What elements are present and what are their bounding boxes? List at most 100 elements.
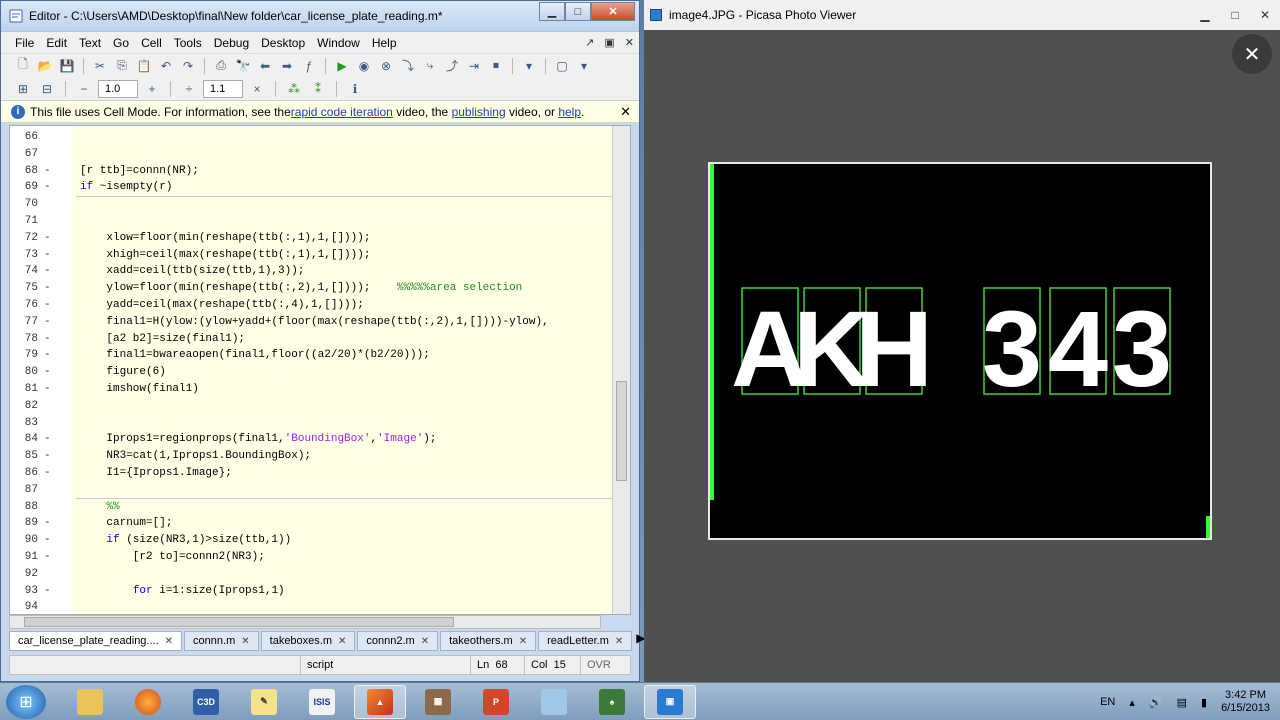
exit-debug-icon[interactable]: ⏹ (486, 57, 506, 75)
paste-icon[interactable]: 📋 (134, 57, 154, 75)
rapid-iteration-link[interactable]: rapid code iteration (291, 105, 393, 119)
breakpoint-marker[interactable]: - (44, 465, 51, 482)
tab-connn2[interactable]: connn2.m ✕ (357, 631, 439, 651)
taskbar-isis[interactable]: ISIS (296, 685, 348, 719)
step-out-icon[interactable]: ⤴ (442, 57, 462, 75)
eval-cell-icon[interactable]: ⊞ (13, 80, 33, 98)
menu-help[interactable]: Help (366, 36, 403, 50)
back-icon[interactable]: ⬅ (255, 57, 275, 75)
breakpoint-marker[interactable]: - (44, 347, 51, 364)
tray-expand-icon[interactable]: ▴ (1129, 696, 1135, 709)
volume-icon[interactable]: 🔊 (1149, 696, 1163, 709)
taskbar-files[interactable] (528, 685, 580, 719)
redo-icon[interactable]: ↷ (178, 57, 198, 75)
step-in-icon[interactable]: ⤷ (420, 57, 440, 75)
breakpoint-marker[interactable]: - (44, 247, 51, 264)
breakpoint-marker[interactable]: - (44, 230, 51, 247)
horizontal-scroll-thumb[interactable] (24, 617, 454, 627)
publish-icon[interactable]: ℹ (345, 80, 365, 98)
picasa-titlebar[interactable]: image4.JPG - Picasa Photo Viewer ▁ □ ✕ (644, 0, 1280, 30)
menu-file[interactable]: File (9, 36, 40, 50)
divide-button[interactable]: ÷ (179, 80, 199, 98)
taskbar-tools[interactable]: ▦ (412, 685, 464, 719)
breakpoint-marker[interactable]: - (44, 549, 51, 566)
tab-close-icon[interactable]: ✕ (421, 636, 429, 647)
menu-edit[interactable]: Edit (40, 36, 73, 50)
layout-dropdown-icon[interactable]: ▾ (574, 57, 594, 75)
menu-cell[interactable]: Cell (135, 36, 168, 50)
taskbar-matlab[interactable]: ▲ (354, 684, 406, 719)
show-cell-titles-icon[interactable]: ⁂ (284, 80, 304, 98)
code-line[interactable]: 74- xadd=ceil(ttb(size(ttb,1),3)); (10, 263, 614, 280)
editor-titlebar[interactable]: Editor - C:\Users\AMD\Desktop\final\New … (1, 1, 639, 31)
increment-value-field[interactable]: 1.0 (98, 79, 138, 98)
new-file-icon[interactable]: 🗋 (13, 57, 33, 75)
breakpoint-marker[interactable]: - (44, 179, 51, 196)
code-line[interactable]: 76- yadd=ceil(max(reshape(ttb(:,4),1,[])… (10, 297, 614, 314)
language-indicator[interactable]: EN (1100, 696, 1115, 708)
code-line[interactable]: 87 (10, 482, 614, 499)
eval-advance-icon[interactable]: ⊟ (37, 80, 57, 98)
code-line[interactable]: 78- [a2 b2]=size(final1); (10, 331, 614, 348)
taskbar-game[interactable]: ♠ (586, 685, 638, 719)
tab-takeboxes[interactable]: takeboxes.m ✕ (260, 631, 356, 651)
tab-readletter[interactable]: readLetter.m ✕ (538, 631, 633, 651)
breakpoint-icon[interactable]: ◉ (354, 57, 374, 75)
menu-tools[interactable]: Tools (168, 36, 208, 50)
increment-button[interactable]: + (142, 80, 162, 98)
breakpoint-marker[interactable]: - (44, 515, 51, 532)
save-icon[interactable]: 💾 (57, 57, 77, 75)
maximize-button[interactable]: □ (565, 2, 591, 21)
menu-go[interactable]: Go (107, 36, 135, 50)
tab-close-icon[interactable]: ✕ (519, 636, 527, 647)
help-link[interactable]: help (558, 105, 581, 119)
menu-window[interactable]: Window (311, 36, 366, 50)
decrement-button[interactable]: − (74, 80, 94, 98)
step-icon[interactable]: ⤵ (398, 57, 418, 75)
breakpoint-marker[interactable]: - (44, 163, 51, 180)
code-line[interactable]: 67 (10, 146, 614, 163)
code-line[interactable]: 94 (10, 599, 614, 614)
code-line[interactable]: 90- if (size(NR3,1)>size(ttb,1)) (10, 532, 614, 549)
publishing-link[interactable]: publishing (452, 105, 506, 119)
code-line[interactable]: 70 (10, 196, 614, 213)
code-line[interactable]: 83 (10, 415, 614, 432)
clock[interactable]: 3:42 PM 6/15/2013 (1221, 689, 1270, 715)
undock-icon[interactable]: ↗ (580, 36, 599, 49)
code-line[interactable]: 69- if ~isempty(r) (10, 179, 614, 196)
code-line[interactable]: 92 (10, 566, 614, 583)
code-line[interactable]: 85- NR3=cat(1,Iprops1.BoundingBox); (10, 448, 614, 465)
undo-icon[interactable]: ↶ (156, 57, 176, 75)
breakpoint-marker[interactable]: - (44, 364, 51, 381)
function-icon[interactable]: ƒ (299, 57, 319, 75)
code-line[interactable]: 73- xhigh=ceil(max(reshape(ttb(:,1),1,[]… (10, 247, 614, 264)
code-line[interactable]: 80- figure(6) (10, 364, 614, 381)
breakpoint-marker[interactable]: - (44, 280, 51, 297)
code-line[interactable]: 91- [r2 to]=connn2(NR3); (10, 549, 614, 566)
breakpoint-marker[interactable]: - (44, 431, 51, 448)
print-icon[interactable]: ⎙ (211, 57, 231, 75)
breakpoint-marker[interactable]: - (44, 263, 51, 280)
breakpoint-marker[interactable]: - (44, 532, 51, 549)
tab-close-icon[interactable]: ✕ (165, 636, 173, 647)
close-button[interactable]: ✕ (591, 2, 635, 21)
taskbar-firefox[interactable] (122, 685, 174, 719)
code-line[interactable]: 72- xlow=floor(min(reshape(ttb(:,1),1,[]… (10, 230, 614, 247)
picasa-close-icon[interactable]: ✕ (1250, 5, 1280, 25)
code-line[interactable]: 81- imshow(final1) (10, 381, 614, 398)
code-line[interactable]: 89- carnum=[]; (10, 515, 614, 532)
battery-icon[interactable]: ▮ (1201, 696, 1207, 709)
code-line[interactable]: 79- final1=bwareaopen(final1,floor((a2/2… (10, 347, 614, 364)
minimize-button[interactable]: ▁ (539, 2, 565, 21)
breakpoint-marker[interactable]: - (44, 314, 51, 331)
breakpoint-marker[interactable]: - (44, 297, 51, 314)
code-line[interactable]: 84- Iprops1=regionprops(final1,'Bounding… (10, 431, 614, 448)
infobar-close-icon[interactable]: ✕ (620, 104, 631, 120)
tab-close-icon[interactable]: ✕ (338, 636, 346, 647)
tab-connn[interactable]: connn.m ✕ (184, 631, 259, 651)
tab-close-icon[interactable]: ✕ (615, 636, 623, 647)
code-line[interactable]: 71 (10, 213, 614, 230)
forward-icon[interactable]: ➡ (277, 57, 297, 75)
code-editor[interactable]: 66 67 68- [r ttb]=connn(NR); 69- if ~isempty(… (9, 125, 631, 615)
tab-close-icon[interactable]: ✕ (241, 636, 249, 647)
